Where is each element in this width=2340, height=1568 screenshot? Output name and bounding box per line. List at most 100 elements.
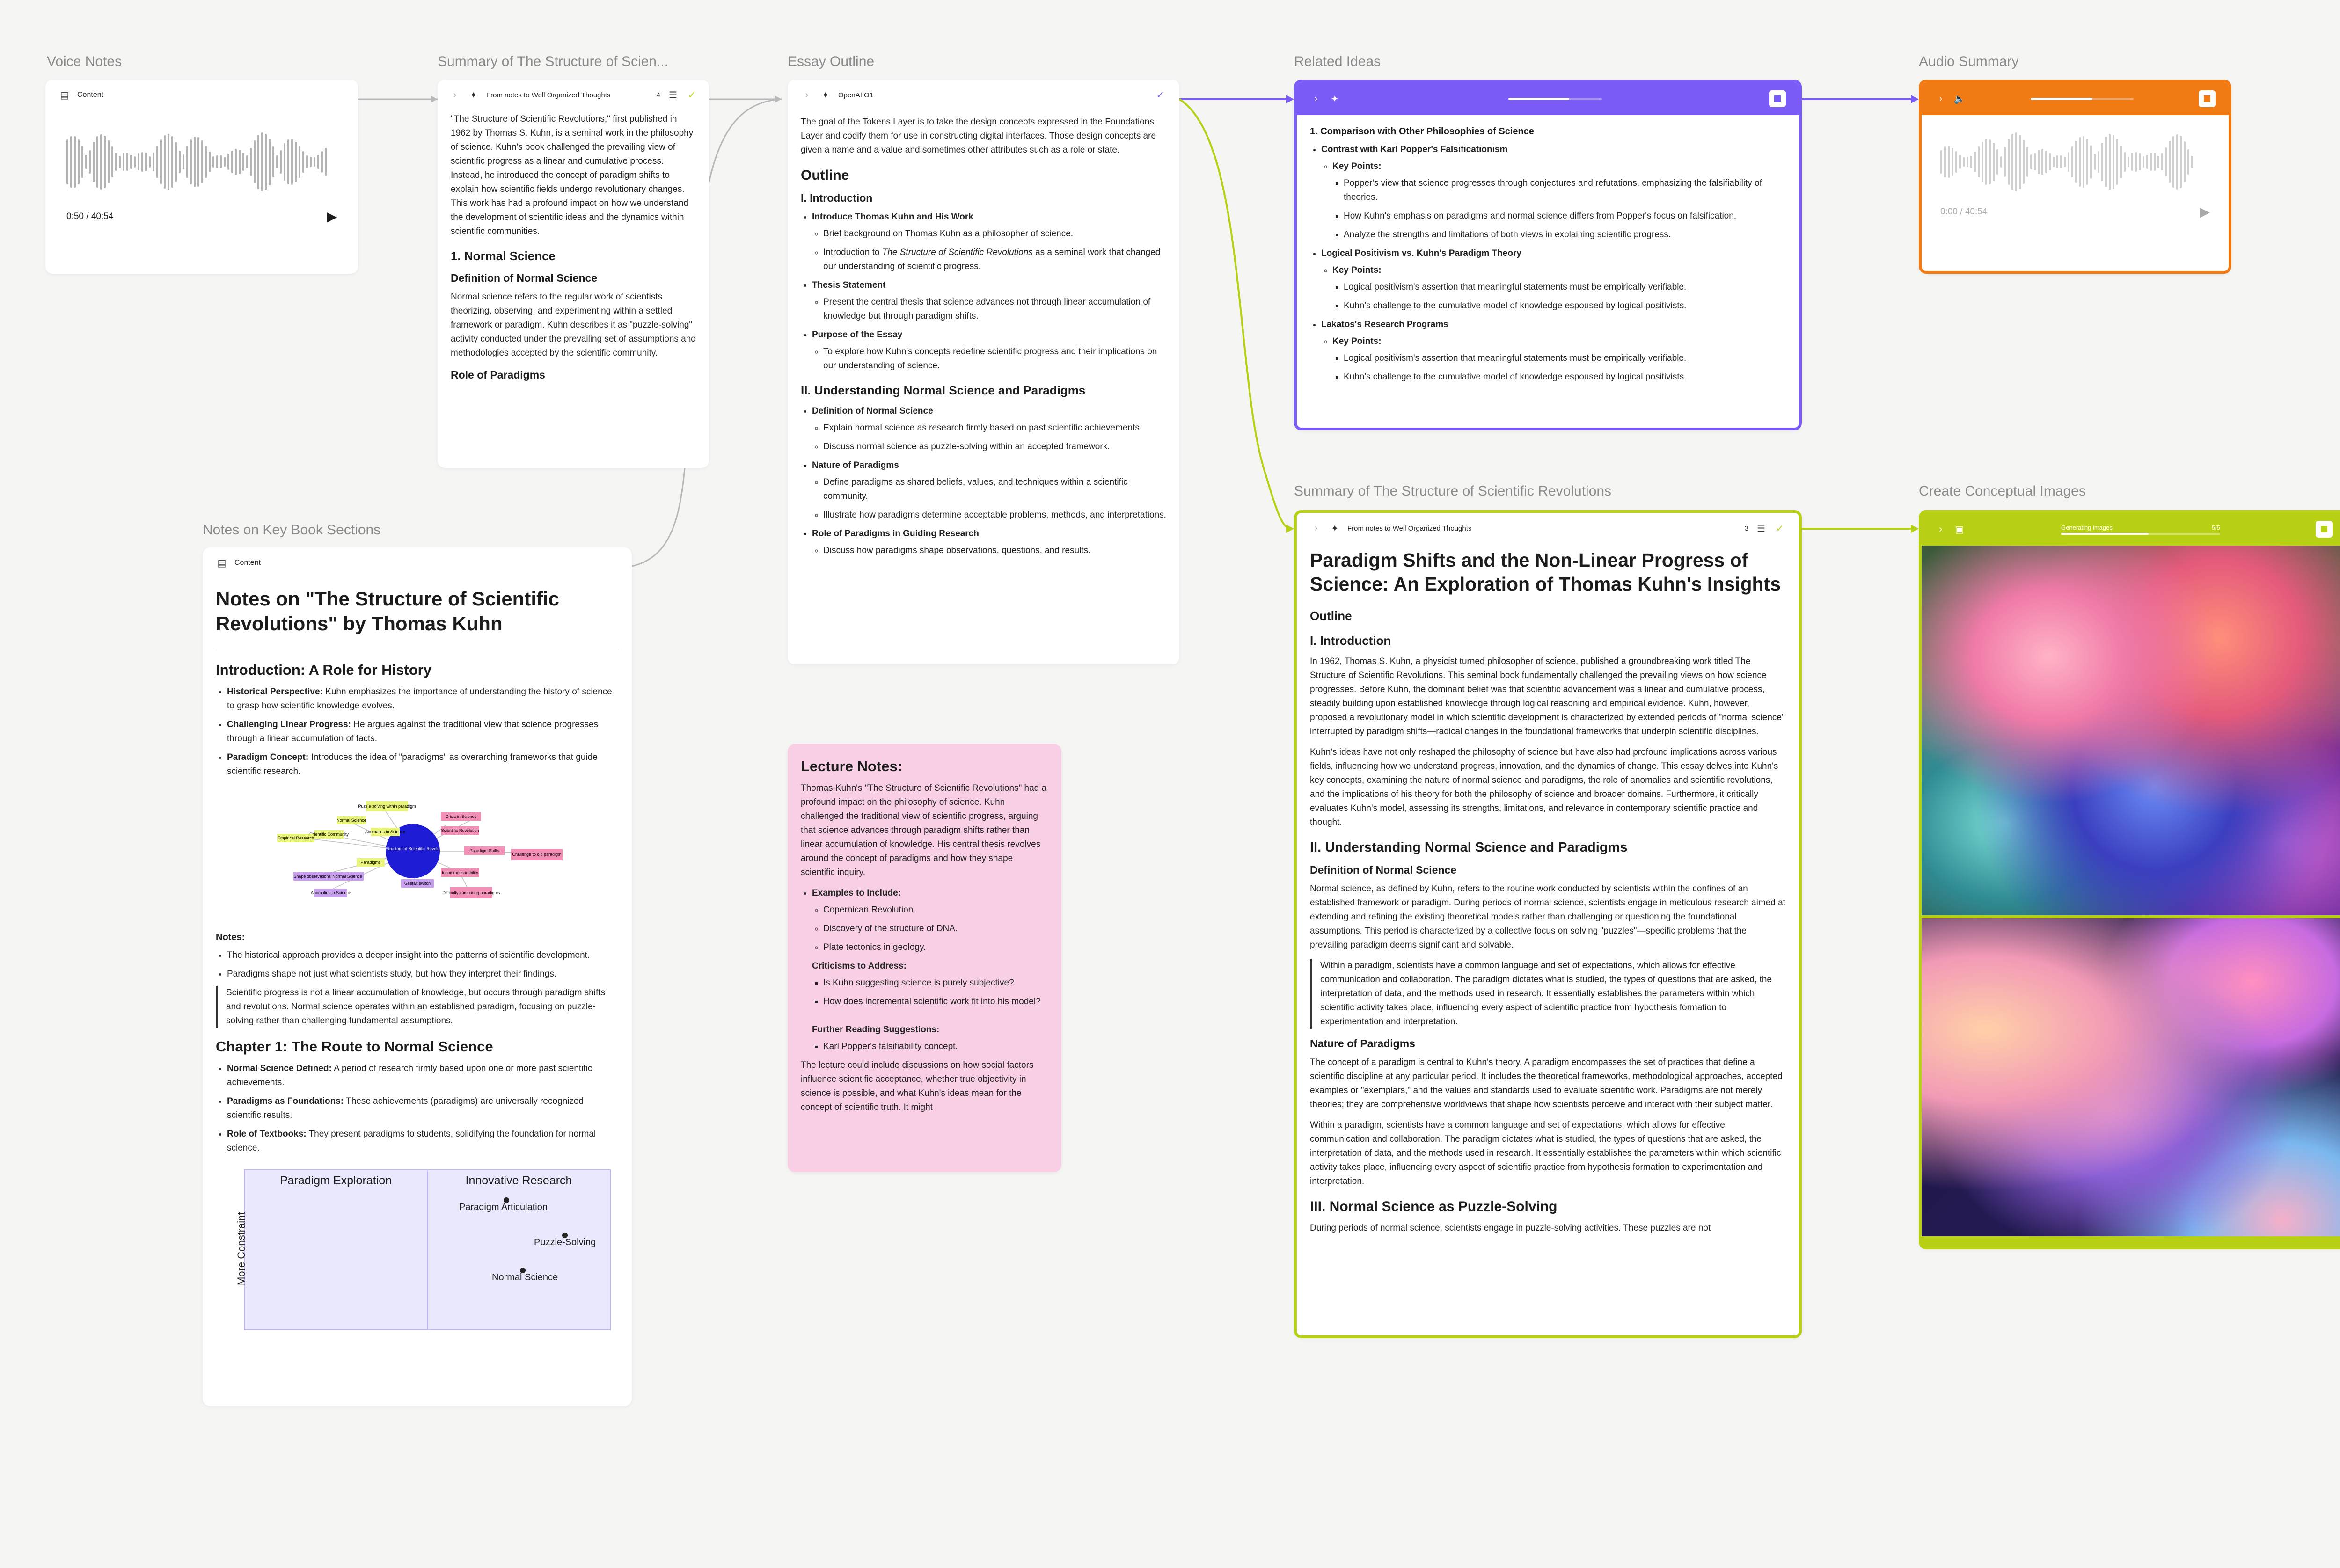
chevron-right-icon[interactable]: ›	[449, 89, 461, 101]
waveform-bar	[2079, 137, 2081, 187]
waveform-bar	[149, 156, 151, 168]
summary-small-card[interactable]: › ✦ From notes to Well Organized Thought…	[438, 80, 709, 468]
outline-item: Nature of Paradigms	[812, 460, 899, 471]
heading-introduction: I. Introduction	[801, 192, 873, 204]
audio-waveform[interactable]	[1940, 129, 2210, 195]
progress-bar	[1508, 97, 1602, 100]
waveform-bar	[287, 139, 289, 184]
outline-subitem: Discuss how paradigms shape observations…	[823, 544, 1166, 558]
chevron-right-icon[interactable]: ›	[1310, 93, 1322, 105]
waveform-bar	[2060, 155, 2062, 169]
image-count: 5/5	[2211, 524, 2220, 531]
outline-subitem: To explore how Kuhn's concepts redefine …	[823, 345, 1166, 373]
summary-intro: "The Structure of Scientific Revolutions…	[451, 114, 694, 237]
lecture-subitem: Is Kuhn suggesting science is purely sub…	[823, 976, 1048, 990]
voice-notes-card[interactable]: ▤ Content 0:50 / 40:54 ▶	[45, 80, 358, 274]
waveform-bar	[2086, 139, 2088, 185]
waveform-bar	[2064, 157, 2066, 167]
images-label: Create Conceptual Images	[1919, 483, 2086, 499]
chevron-right-icon[interactable]: ›	[1310, 522, 1322, 534]
waveform-bar	[1974, 152, 1976, 172]
lecture-outro: The lecture could include discussions on…	[801, 1060, 1034, 1113]
related-ideas-card[interactable]: › ✦ 1. Comparison with Other Philosophie…	[1294, 80, 1802, 430]
waveform-bar	[1955, 151, 1957, 173]
waveform-bar	[239, 149, 241, 175]
chevron-right-icon[interactable]: ›	[1935, 523, 1947, 535]
lecture-notes-card[interactable]: Lecture Notes: Thomas Kuhn's "The Struct…	[788, 744, 1061, 1172]
arrow-head	[1911, 95, 1919, 103]
outline-item: Thesis Statement	[812, 280, 886, 291]
sparkle-icon: ✦	[1331, 94, 1339, 104]
definition-text: Normal science refers to the regular wor…	[451, 292, 696, 358]
link-essay-summary-big	[1178, 98, 1292, 530]
images-card[interactable]: › ▣ Generating images 5/5	[1919, 510, 2340, 1249]
stop-button[interactable]	[2316, 521, 2333, 538]
waveform-bar	[134, 156, 136, 168]
waveform-bar	[2154, 153, 2156, 171]
lecture-item: Further Reading Suggestions:	[812, 1025, 940, 1035]
summary-paragraph: The concept of a paradigm is central to …	[1310, 1057, 1783, 1109]
waveform-bar	[325, 147, 327, 176]
waveform-bar	[2131, 153, 2133, 171]
waveform-bar	[212, 156, 214, 168]
waveform-bar	[2000, 156, 2002, 168]
waveform-bar	[96, 136, 98, 188]
stop-button[interactable]	[1769, 90, 1786, 107]
generated-image-1[interactable]	[1922, 546, 2340, 915]
waveform-bar	[108, 140, 110, 184]
notes-bullet: Normal Science Defined: A period of rese…	[227, 1062, 619, 1090]
waveform-bar	[93, 142, 95, 182]
waveform-bar	[201, 140, 203, 183]
play-icon[interactable]: ▶	[327, 209, 337, 224]
voice-notes-label: Voice Notes	[47, 54, 122, 69]
waveform-bar	[291, 139, 293, 185]
related-item: Contrast with Karl Popper's Falsificatio…	[1321, 145, 1508, 154]
waveform-bar	[1952, 147, 1953, 176]
related-item: Logical Positivism vs. Kuhn's Paradigm T…	[1321, 248, 1521, 259]
waveform-bar	[168, 133, 169, 190]
waveform-bar	[2105, 136, 2107, 188]
waveform-bar	[1978, 146, 1980, 177]
svg-text:Incommensurability: Incommensurability	[442, 870, 478, 875]
waveform-bar	[1959, 154, 1961, 169]
chevron-right-icon[interactable]: ›	[1935, 93, 1947, 105]
waveform-bar	[2150, 153, 2152, 171]
heading-introduction: I. Introduction	[1310, 633, 1391, 648]
audio-time: 0:50 / 40:54	[66, 211, 114, 221]
arrow-head	[775, 95, 782, 103]
waveform-bar	[1985, 139, 1987, 185]
svg-text:Gestalt switch: Gestalt switch	[404, 881, 430, 886]
svg-text:Normal Science: Normal Science	[332, 874, 362, 879]
summary-paragraph: In 1962, Thomas S. Kuhn, a physicist tur…	[1310, 656, 1785, 737]
summary-small-label: Summary of The Structure of Scien...	[438, 54, 668, 69]
svg-text:Crisis in Science: Crisis in Science	[445, 814, 476, 819]
waveform-bar	[2109, 134, 2111, 190]
audio-summary-card[interactable]: › 🔈 0:00 / 40:54 ▶	[1919, 80, 2231, 274]
audio-waveform[interactable]	[66, 129, 337, 195]
waveform-bar	[257, 135, 259, 189]
notes-bullet: Paradigms as Foundations: These achievem…	[227, 1094, 619, 1123]
waveform-bar	[119, 156, 121, 168]
notes-book-card[interactable]: ▤ Content Notes on "The Structure of Sci…	[203, 547, 632, 1406]
generated-image-2[interactable]	[1922, 918, 2340, 1236]
waveform-bar	[115, 153, 117, 171]
waveform-bar	[261, 132, 263, 192]
svg-text:Anomalies in Science: Anomalies in Science	[365, 830, 405, 834]
waveform-bar	[153, 153, 154, 171]
play-icon[interactable]: ▶	[2200, 204, 2210, 219]
essay-outline-card[interactable]: › ✦ OpenAI O1 ✓ The goal of the Tokens L…	[788, 80, 1179, 664]
summary-big-label: Summary of The Structure of Scientific R…	[1294, 483, 1612, 499]
svg-text:Shape observations: Shape observations	[293, 874, 331, 879]
summary-big-card[interactable]: › ✦ From notes to Well Organized Thought…	[1294, 510, 1802, 1338]
waveform-bar	[2191, 155, 2193, 168]
outline-subitem: Brief background on Thomas Kuhn as a phi…	[823, 227, 1166, 241]
stop-button[interactable]	[2199, 90, 2216, 107]
outline-item: Purpose of the Essay	[812, 330, 903, 340]
waveform-bar	[179, 150, 181, 174]
check-icon: ✓	[1156, 90, 1164, 101]
chevron-right-icon[interactable]: ›	[801, 89, 813, 101]
matrix-column-2: Innovative Research	[465, 1174, 572, 1188]
waveform-bar	[216, 155, 218, 168]
mind-map-diagram[interactable]: The Structure of Scientific Revolutions …	[216, 783, 619, 924]
svg-text:Paradigm Shifts: Paradigm Shifts	[469, 848, 499, 853]
